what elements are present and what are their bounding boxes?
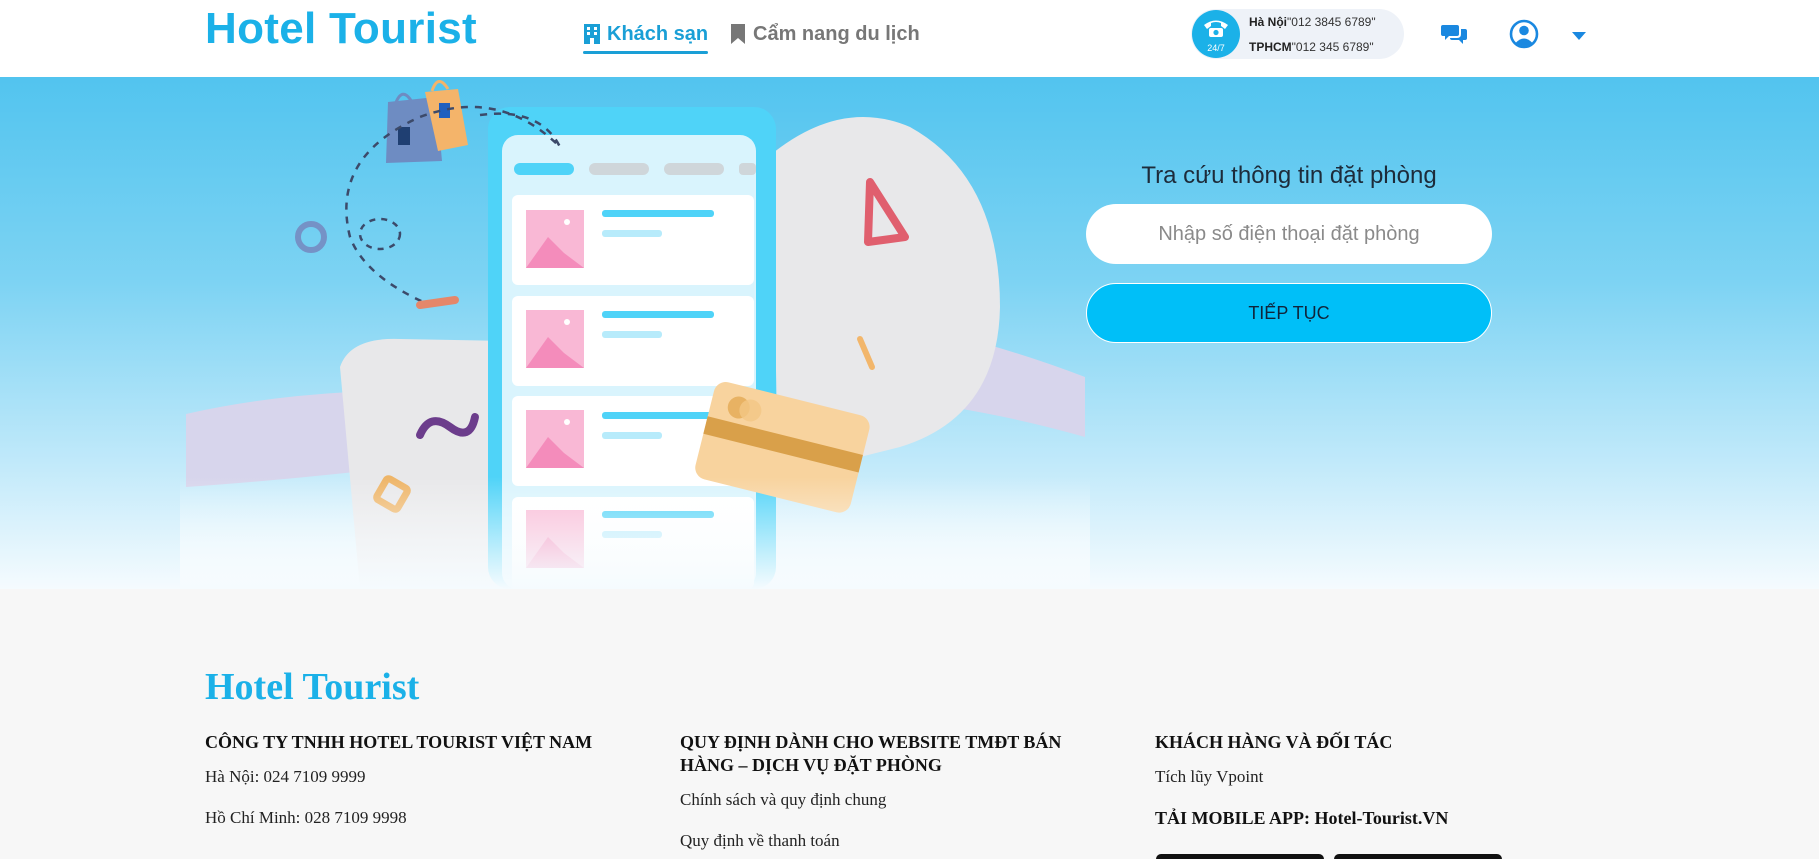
nav-item-travel-guide[interactable]: Cẩm nang du lịch xyxy=(729,16,920,52)
phone-number-input[interactable] xyxy=(1086,204,1492,264)
hotline-hcm-city: TPHCM xyxy=(1249,40,1292,54)
hotline-24-7-label: 24/7 xyxy=(1207,43,1225,53)
footer-column-partners: KHÁCH HÀNG VÀ ĐỐI TÁC Tích lũy Vpoint TẢ… xyxy=(1155,731,1575,842)
footer-mobile-app-heading: TẢI MOBILE APP: Hotel-Tourist.VN xyxy=(1155,808,1449,828)
hotline-hcm-number: "012 345 6789" xyxy=(1291,40,1374,54)
site-header: Hotel Tourist Khách sạn Cẩm nang du lịch… xyxy=(0,0,1819,77)
footer-partners-heading: KHÁCH HÀNG VÀ ĐỐI TÁC xyxy=(1155,732,1393,752)
user-icon[interactable] xyxy=(1509,19,1539,49)
bookmark-icon xyxy=(731,24,745,44)
footer-column-company: CÔNG TY TNHH HOTEL TOURIST VIỆT NAM Hà N… xyxy=(205,731,625,848)
footer-policies-heading: QUY ĐỊNH DÀNH CHO WEBSITE TMĐT BÁN HÀNG … xyxy=(680,732,1062,775)
nav-travel-guide-label: Cẩm nang du lịch xyxy=(753,22,920,45)
hotline-box[interactable]: 24/7 Hà Nội"012 3845 6789" TPHCM"012 345… xyxy=(1191,9,1404,59)
footer-hanoi-phone: Hà Nội: 024 7109 9999 xyxy=(205,767,366,786)
continue-button[interactable]: TIẾP TỤC xyxy=(1086,283,1492,343)
building-icon xyxy=(584,24,600,44)
hotline-hanoi-city: Hà Nội xyxy=(1249,15,1288,29)
hotline-badge: 24/7 xyxy=(1192,10,1240,58)
site-footer: Hotel Tourist CÔNG TY TNHH HOTEL TOURIST… xyxy=(0,589,1819,859)
booking-illustration xyxy=(180,80,1090,589)
footer-column-policies: QUY ĐỊNH DÀNH CHO WEBSITE TMĐT BÁN HÀNG … xyxy=(680,731,1100,859)
booking-lookup-title: Tra cứu thông tin đặt phòng xyxy=(1141,162,1437,189)
footer-link-payment-policy[interactable]: Quy định về thanh toán xyxy=(680,830,1100,851)
footer-link-general-policy[interactable]: Chính sách và quy định chung xyxy=(680,789,1100,810)
hero-section: Tra cứu thông tin đặt phòng TIẾP TỤC xyxy=(0,77,1819,589)
nav-item-hotels[interactable]: Khách sạn xyxy=(583,16,709,54)
footer-link-vpoint[interactable]: Tích lũy Vpoint xyxy=(1155,766,1575,787)
hotline-hanoi-number: "012 3845 6789" xyxy=(1287,15,1376,29)
chat-icon[interactable] xyxy=(1440,20,1468,48)
phone-icon xyxy=(1204,20,1228,37)
footer-company-heading: CÔNG TY TNHH HOTEL TOURIST VIỆT NAM xyxy=(205,732,593,752)
footer-hcm-phone: Hồ Chí Minh: 028 7109 9998 xyxy=(205,808,407,827)
app-store-badge[interactable] xyxy=(1156,854,1324,859)
footer-logo: Hotel Tourist xyxy=(205,666,420,708)
nav-hotels-label: Khách sạn xyxy=(607,22,709,45)
google-play-badge[interactable] xyxy=(1334,854,1502,859)
caret-down-icon[interactable] xyxy=(1570,30,1588,42)
hotline-hanoi: Hà Nội"012 3845 6789" xyxy=(1249,15,1376,29)
hotline-hcm: TPHCM"012 345 6789" xyxy=(1249,40,1374,54)
site-logo[interactable]: Hotel Tourist xyxy=(205,4,477,54)
